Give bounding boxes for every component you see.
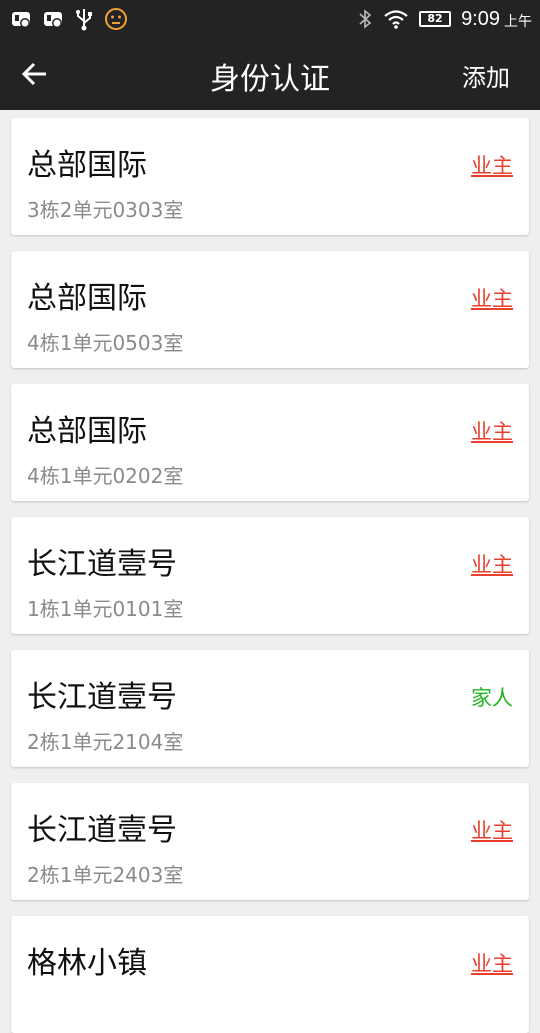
store-lock-icon bbox=[10, 8, 32, 30]
card-community-name: 长江道壹号 bbox=[27, 680, 177, 715]
card-role-label[interactable]: 业主 bbox=[471, 815, 513, 845]
card-community-name: 长江道壹号 bbox=[27, 547, 177, 582]
identity-card[interactable]: 长江道壹号 2栋1单元2104室 家人 bbox=[11, 650, 529, 767]
identity-card[interactable]: 总部国际 4栋1单元0202室 业主 bbox=[11, 384, 529, 501]
status-right-icons: 82 9:09 上午 bbox=[357, 6, 532, 32]
card-role-label[interactable]: 业主 bbox=[471, 150, 513, 180]
store-lock-icon-2 bbox=[42, 8, 64, 30]
card-address: 4栋1单元0202室 bbox=[27, 464, 184, 488]
clock-ampm: 上午 bbox=[504, 14, 532, 30]
add-button[interactable]: 添加 bbox=[462, 58, 510, 93]
card-address: 3栋2单元0303室 bbox=[27, 198, 184, 222]
card-address: 1栋1单元0101室 bbox=[27, 597, 184, 621]
card-role-label[interactable]: 业主 bbox=[471, 416, 513, 446]
identity-card[interactable]: 总部国际 3栋2单元0303室 业主 bbox=[11, 118, 529, 235]
wifi-icon bbox=[383, 8, 409, 30]
card-community-name: 格林小镇 bbox=[27, 946, 147, 981]
identity-card[interactable]: 总部国际 4栋1单元0503室 业主 bbox=[11, 251, 529, 368]
card-address: 4栋1单元0503室 bbox=[27, 331, 184, 355]
card-role-label[interactable]: 业主 bbox=[471, 549, 513, 579]
card-role-label[interactable]: 业主 bbox=[471, 948, 513, 978]
card-address: 2栋1单元2104室 bbox=[27, 730, 184, 754]
card-community-name: 长江道壹号 bbox=[27, 813, 177, 848]
identity-card[interactable]: 格林小镇 业主 bbox=[11, 916, 529, 1033]
card-address: 2栋1单元2403室 bbox=[27, 863, 184, 887]
identity-card[interactable]: 长江道壹号 1栋1单元0101室 业主 bbox=[11, 517, 529, 634]
card-role-label[interactable]: 家人 bbox=[471, 682, 513, 712]
bluetooth-icon bbox=[357, 8, 373, 30]
clock-time: 9:09 bbox=[461, 7, 500, 30]
page-title: 身份认证 bbox=[210, 62, 330, 97]
status-left-icons bbox=[10, 6, 128, 32]
battery-icon: 82 bbox=[419, 11, 452, 27]
card-community-name: 总部国际 bbox=[27, 148, 147, 183]
status-bar: 82 9:09 上午 bbox=[0, 0, 540, 38]
card-community-name: 总部国际 bbox=[27, 281, 147, 316]
face-icon bbox=[104, 7, 128, 31]
card-community-name: 总部国际 bbox=[27, 414, 147, 449]
identity-card[interactable]: 长江道壹号 2栋1单元2403室 业主 bbox=[11, 783, 529, 900]
card-role-label[interactable]: 业主 bbox=[471, 283, 513, 313]
usb-icon bbox=[74, 7, 94, 31]
app-bar: 身份认证 添加 bbox=[0, 38, 540, 110]
